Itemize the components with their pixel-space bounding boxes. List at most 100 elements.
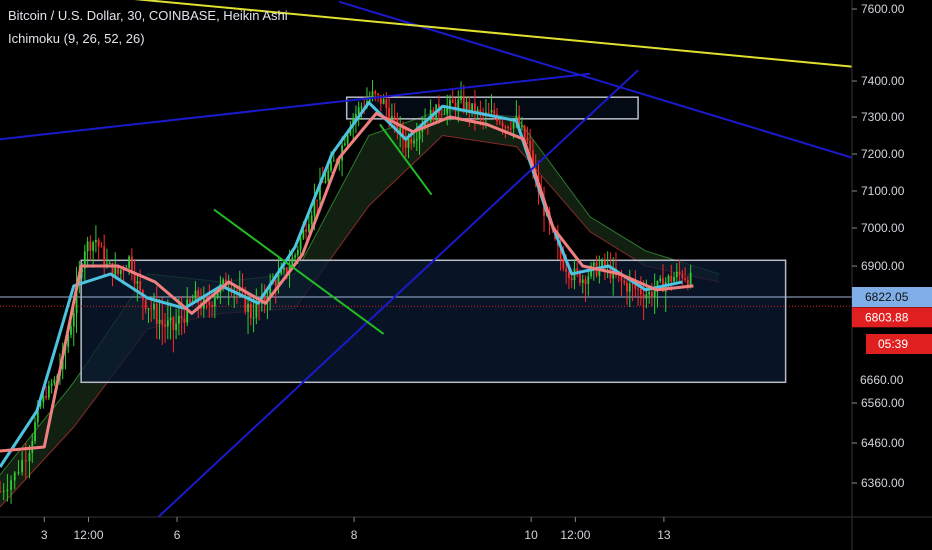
candle-body bbox=[175, 323, 178, 331]
candle-body bbox=[346, 134, 349, 144]
candle-body bbox=[449, 99, 451, 107]
candle-body bbox=[252, 317, 255, 319]
y-tick-label: 7400.00 bbox=[861, 74, 905, 88]
candle-body bbox=[568, 271, 570, 278]
candle-body bbox=[10, 480, 12, 490]
price-chart[interactable]: 7600.00 7400.00 7300.00 7200.00 7100.00 7000.… bbox=[0, 0, 932, 550]
candle-body bbox=[462, 95, 465, 110]
x-tick-label: 8 bbox=[351, 528, 358, 542]
candle-body bbox=[305, 229, 308, 232]
candle-body bbox=[490, 110, 493, 113]
candle-body bbox=[172, 317, 175, 331]
candle-body bbox=[100, 246, 103, 248]
candle-body bbox=[410, 138, 413, 144]
candle-body bbox=[592, 262, 595, 267]
candle-body bbox=[623, 280, 626, 283]
candle-body bbox=[183, 318, 186, 323]
x-tick-label: 12:00 bbox=[560, 528, 590, 542]
x-tick-label: 13 bbox=[657, 528, 671, 542]
candle-body bbox=[648, 291, 651, 295]
candle-body bbox=[584, 279, 587, 284]
candle-body bbox=[407, 138, 410, 148]
candle-body bbox=[689, 272, 692, 286]
chart-window: 7600.00 7400.00 7300.00 7200.00 7100.00 7000.… bbox=[0, 0, 932, 550]
candle-body bbox=[34, 422, 36, 441]
candle-body bbox=[294, 255, 296, 258]
candle-body bbox=[6, 489, 9, 492]
candle-body bbox=[686, 279, 689, 286]
y-tick-label: 6900.00 bbox=[861, 259, 905, 273]
x-tick-label: 3 bbox=[41, 528, 48, 542]
candle-body bbox=[136, 281, 139, 284]
candle-body bbox=[562, 258, 565, 269]
countdown-label: 05:39 bbox=[878, 337, 908, 351]
candle-body bbox=[128, 256, 130, 268]
candle-body bbox=[236, 290, 238, 292]
candle-body bbox=[498, 121, 501, 123]
y-tick-label: 7000.00 bbox=[861, 221, 905, 235]
candle-body bbox=[274, 280, 277, 286]
indicator-legend: Ichimoku (9, 26, 52, 26) bbox=[8, 31, 145, 46]
candle-body bbox=[327, 170, 330, 181]
candle-body bbox=[94, 240, 97, 243]
candle-body bbox=[324, 180, 327, 183]
y-tick-label: 7600.00 bbox=[861, 2, 905, 16]
candle-body bbox=[415, 139, 418, 141]
candle-body bbox=[393, 115, 396, 118]
y-tick-label: 7100.00 bbox=[861, 184, 905, 198]
candle-body bbox=[166, 320, 169, 327]
y-tick-label: 7200.00 bbox=[861, 147, 905, 161]
candle-body bbox=[670, 275, 673, 282]
candle-body bbox=[330, 161, 332, 171]
candle-body bbox=[451, 99, 454, 103]
candle-body bbox=[385, 99, 388, 109]
candle-body bbox=[360, 106, 363, 108]
candle-body bbox=[211, 304, 213, 307]
candle-body bbox=[47, 385, 50, 398]
y-tick-label: 6360.00 bbox=[861, 476, 905, 490]
candle-body bbox=[153, 303, 155, 310]
candle-body bbox=[180, 315, 183, 319]
candle-body bbox=[255, 302, 258, 318]
candle-body bbox=[53, 379, 56, 384]
candle-body bbox=[651, 291, 653, 298]
candle-body bbox=[106, 263, 108, 265]
candle-body bbox=[155, 303, 158, 324]
candle-body bbox=[526, 137, 529, 141]
candle-body bbox=[493, 110, 496, 114]
candle-body bbox=[158, 319, 161, 324]
candle-body bbox=[208, 301, 211, 305]
candle-body bbox=[97, 240, 100, 247]
y-tick-label: 6460.00 bbox=[861, 436, 905, 450]
candle-body bbox=[501, 122, 504, 127]
x-tick-label: 6 bbox=[174, 528, 181, 542]
candle-body bbox=[659, 278, 662, 282]
y-tick-label: 7300.00 bbox=[861, 110, 905, 124]
candle-body bbox=[296, 249, 299, 256]
candle-body bbox=[479, 109, 482, 113]
candle-body bbox=[681, 274, 684, 279]
candle-body bbox=[565, 268, 568, 272]
candle-body bbox=[465, 101, 468, 110]
candle-body bbox=[529, 140, 532, 151]
candle-body bbox=[377, 93, 379, 96]
candle-body bbox=[628, 283, 631, 292]
candle-body bbox=[244, 290, 247, 312]
candle-body bbox=[316, 199, 319, 201]
candle-body bbox=[21, 460, 24, 473]
candle-body bbox=[283, 267, 285, 271]
y-tick-label: 6660.00 bbox=[860, 373, 904, 387]
candle-body bbox=[520, 125, 523, 127]
candle-body bbox=[653, 290, 656, 298]
candle-body bbox=[139, 281, 142, 291]
candle-body bbox=[189, 299, 191, 303]
candle-body bbox=[581, 279, 584, 283]
chart-title: Bitcoin / U.S. Dollar, 30, COINBASE, Hei… bbox=[8, 8, 288, 23]
candle-body bbox=[108, 262, 111, 264]
candle-body bbox=[603, 260, 606, 266]
candle-body bbox=[247, 303, 249, 312]
candle-body bbox=[631, 283, 634, 285]
candle-body bbox=[382, 99, 385, 104]
candle-body bbox=[144, 299, 147, 310]
candle-body bbox=[50, 383, 53, 386]
